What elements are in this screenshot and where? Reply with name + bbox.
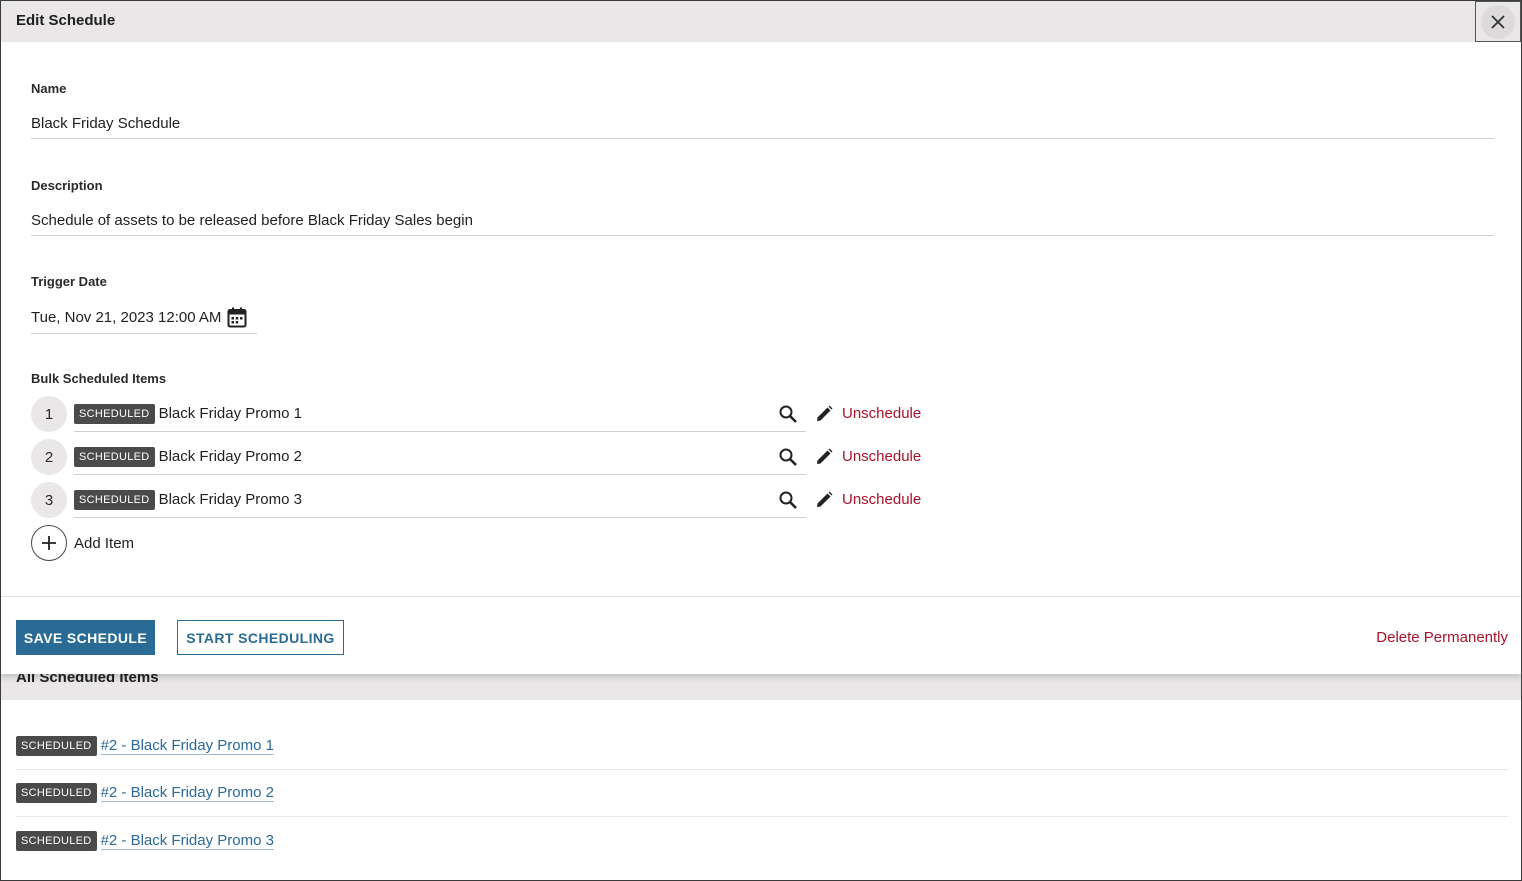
- status-badge: SCHEDULED: [74, 446, 155, 467]
- add-item-button[interactable]: Add Item: [31, 525, 134, 561]
- name-input[interactable]: [31, 109, 1494, 139]
- list-item: SCHEDULED #2 - Black Friday Promo 1: [16, 723, 1508, 770]
- bulk-item-row: 3 SCHEDULED Black Friday Promo 3 Unsched…: [31, 482, 931, 518]
- scheduled-item-link[interactable]: #2 - Black Friday Promo 2: [100, 784, 274, 802]
- trigger-date-field[interactable]: Tue, Nov 21, 2023 12:00 AM: [31, 301, 257, 334]
- item-number[interactable]: 2: [31, 439, 67, 475]
- scheduled-item-link[interactable]: #2 - Black Friday Promo 1: [100, 737, 274, 755]
- modal-header: Edit Schedule: [1, 1, 1521, 42]
- item-name: Black Friday Promo 2: [158, 448, 302, 465]
- pencil-icon[interactable]: [814, 404, 834, 424]
- app-frame: All Scheduled Items SCHEDULED #2 - Black…: [0, 0, 1522, 881]
- start-scheduling-button[interactable]: START SCHEDULING: [177, 620, 344, 655]
- close-button[interactable]: [1475, 1, 1521, 42]
- description-input[interactable]: [31, 206, 1494, 236]
- status-badge: SCHEDULED: [16, 830, 97, 851]
- item-field[interactable]: SCHEDULED Black Friday Promo 2: [74, 439, 806, 475]
- name-label: Name: [31, 81, 67, 96]
- item-field[interactable]: SCHEDULED Black Friday Promo 3: [74, 482, 806, 518]
- save-schedule-button[interactable]: SAVE SCHEDULE: [16, 620, 155, 655]
- list-item: SCHEDULED #2 - Black Friday Promo 3: [16, 817, 1508, 864]
- search-icon[interactable]: [778, 490, 798, 510]
- item-field[interactable]: SCHEDULED Black Friday Promo 1: [74, 396, 806, 432]
- status-badge: SCHEDULED: [16, 736, 97, 756]
- modal-footer: SAVE SCHEDULE START SCHEDULING Delete Pe…: [1, 596, 1521, 674]
- unschedule-link[interactable]: Unschedule: [842, 405, 921, 422]
- status-badge: SCHEDULED: [74, 489, 155, 510]
- modal-title: Edit Schedule: [16, 12, 116, 29]
- trigger-date-label: Trigger Date: [31, 274, 107, 289]
- edit-schedule-modal: Edit Schedule Name Description Trigger D…: [1, 1, 1521, 674]
- pencil-icon[interactable]: [814, 490, 834, 510]
- search-icon[interactable]: [778, 404, 798, 424]
- item-number[interactable]: 1: [31, 396, 67, 432]
- description-label: Description: [31, 178, 103, 193]
- delete-permanently-link[interactable]: Delete Permanently: [1376, 629, 1508, 646]
- bulk-items-label: Bulk Scheduled Items: [31, 371, 167, 386]
- search-icon[interactable]: [778, 447, 798, 467]
- status-badge: SCHEDULED: [16, 783, 97, 803]
- item-name: Black Friday Promo 1: [158, 405, 302, 422]
- close-icon: [1481, 4, 1515, 39]
- item-number[interactable]: 3: [31, 482, 67, 518]
- unschedule-link[interactable]: Unschedule: [842, 448, 921, 465]
- bulk-item-row: 2 SCHEDULED Black Friday Promo 2 Unsched…: [31, 439, 931, 475]
- scheduled-item-link[interactable]: #2 - Black Friday Promo 3: [100, 832, 274, 850]
- unschedule-link[interactable]: Unschedule: [842, 491, 921, 508]
- trigger-date-value: Tue, Nov 21, 2023 12:00 AM: [31, 308, 222, 326]
- bulk-item-row: 1 SCHEDULED Black Friday Promo 1 Unsched…: [31, 396, 931, 432]
- plus-icon: [31, 525, 67, 561]
- status-badge: SCHEDULED: [74, 403, 155, 424]
- pencil-icon[interactable]: [814, 447, 834, 467]
- calendar-icon[interactable]: [226, 306, 248, 328]
- item-name: Black Friday Promo 3: [158, 491, 302, 508]
- add-item-label: Add Item: [74, 534, 135, 552]
- list-item: SCHEDULED #2 - Black Friday Promo 2: [16, 770, 1508, 817]
